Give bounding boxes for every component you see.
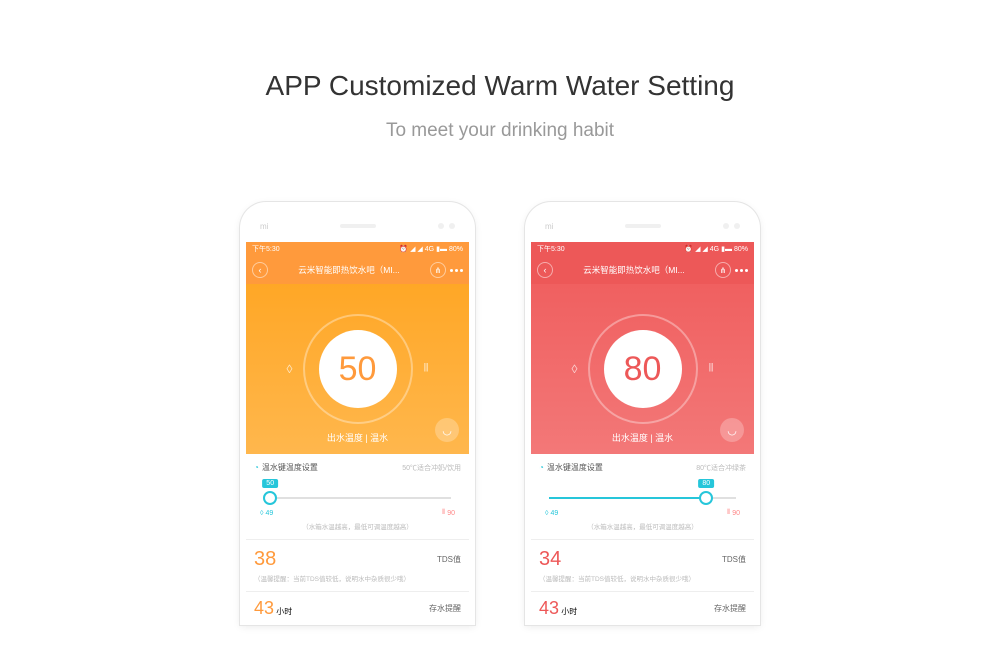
status-time: 下午5:30 [537, 244, 565, 254]
water-drop-icon: ◊ [287, 362, 293, 376]
slider-max: ⦀90 [442, 509, 455, 517]
cup-button[interactable]: ◡ [720, 418, 744, 442]
page-title: APP Customized Warm Water Setting [0, 70, 1000, 102]
app-title: 云米智能即热饮水吧（MI... [268, 264, 430, 276]
back-button[interactable]: ‹ [252, 262, 268, 278]
tds-value: 38 [254, 548, 276, 571]
cup-button[interactable]: ◡ [435, 418, 459, 442]
temperature-unit: °C [659, 352, 669, 362]
more-button[interactable] [450, 269, 463, 272]
more-button[interactable] [735, 269, 748, 272]
status-icons: ⏰ ◢ ◢ 4G ▮▬ 80% [399, 245, 463, 253]
phone-speaker [625, 224, 661, 228]
slider-note: （水箱水温越高，最低可调温度越高） [539, 521, 746, 531]
tds-value: 34 [539, 548, 561, 571]
settings-title: ◔ 温水键温度设置 [539, 462, 603, 473]
page-subtitle: To meet your drinking habit [0, 120, 1000, 142]
tds-label: TDS值 [722, 554, 746, 565]
settings-title: ◔ 温水键温度设置 [254, 462, 318, 473]
temperature-slider[interactable]: 80 [539, 483, 746, 507]
share-button[interactable]: ⋔ [715, 262, 731, 278]
temperature-dial[interactable]: ◊ ⦀ 50 °C [303, 314, 413, 424]
storage-label: 存水提醒 [429, 603, 461, 614]
storage-value: 43 小时 [539, 598, 577, 619]
settings-hint: 50℃适合冲奶/饮用 [402, 463, 461, 473]
storage-value: 43 小时 [254, 598, 292, 619]
tds-note: （温馨提醒：当前TDS值较低，说明水中杂质很少哦） [254, 573, 461, 583]
phone-speaker [340, 224, 376, 228]
tds-label: TDS值 [437, 554, 461, 565]
temperature-value: 50 [339, 350, 377, 389]
phone-mockup-left: mi 下午5:30 ⏰ ◢ ◢ 4G ▮▬ 80% ‹ 云米智能即热饮水吧（MI… [240, 202, 475, 625]
status-time: 下午5:30 [252, 244, 280, 254]
heat-icon: ⦀ [727, 509, 730, 517]
mi-logo: mi [260, 222, 268, 231]
status-icons: ⏰ ◢ ◢ 4G ▮▬ 80% [684, 245, 748, 253]
settings-hint: 80℃适合冲绿茶 [696, 463, 746, 473]
slider-note: （水箱水温越高，最低可调温度越高） [254, 521, 461, 531]
water-temp-label: 出水温度 | 温水 [327, 431, 388, 444]
share-button[interactable]: ⋔ [430, 262, 446, 278]
app-title: 云米智能即热饮水吧（MI... [553, 264, 715, 276]
slider-max: ⦀90 [727, 509, 740, 517]
heat-icon: ⦀ [424, 363, 429, 376]
water-temp-label: 出水温度 | 温水 [612, 431, 673, 444]
back-button[interactable]: ‹ [537, 262, 553, 278]
temperature-value: 80 [624, 350, 662, 389]
heat-icon: ⦀ [442, 509, 445, 517]
water-drop-icon: ◊ [572, 362, 578, 376]
heat-icon: ⦀ [709, 363, 714, 376]
temperature-unit: °C [374, 352, 384, 362]
mi-logo: mi [545, 222, 553, 231]
phone-mockup-right: mi 下午5:30 ⏰ ◢ ◢ 4G ▮▬ 80% ‹ 云米智能即热饮水吧（MI… [525, 202, 760, 625]
drop-icon: ◊ [260, 510, 263, 517]
slider-min: ◊49 [260, 509, 273, 517]
temperature-slider[interactable]: 50 [254, 483, 461, 507]
storage-label: 存水提醒 [714, 603, 746, 614]
slider-min: ◊49 [545, 509, 558, 517]
cup-icon: ◔ [254, 463, 259, 472]
cup-icon: ◔ [539, 463, 544, 472]
temperature-dial[interactable]: ◊ ⦀ 80 °C [588, 314, 698, 424]
drop-icon: ◊ [545, 510, 548, 517]
tds-note: （温馨提醒：当前TDS值较低，说明水中杂质很少哦） [539, 573, 746, 583]
